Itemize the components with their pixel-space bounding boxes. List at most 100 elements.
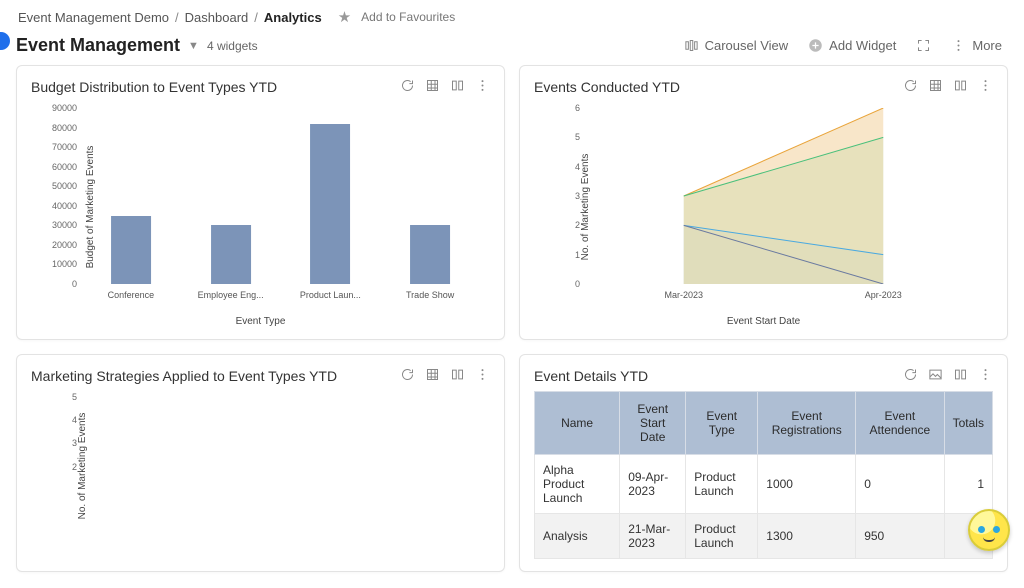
strategies-card-title: Marketing Strategies Applied to Event Ty… [31,368,337,384]
x-tick: Trade Show [406,290,454,300]
events-chart: No. of Marketing Events 0123456Mar-2023A… [534,102,993,312]
refresh-icon[interactable] [400,78,415,96]
carousel-view-label: Carousel View [705,38,789,53]
bar [111,216,151,284]
y-tick: 80000 [41,123,77,133]
table-header[interactable]: Event Registrations [758,392,856,455]
table-cell: Analysis [535,514,620,559]
card-view-icon[interactable] [450,367,465,385]
page-title: Event Management [16,35,180,56]
y-tick: 5 [41,392,77,402]
bar [310,124,350,284]
chatbot-button[interactable] [968,509,1010,551]
y-tick: 10000 [41,259,77,269]
kebab-icon [951,38,966,53]
x-tick: Product Laun... [300,290,361,300]
y-tick: 20000 [41,240,77,250]
y-tick: 4 [544,162,580,172]
breadcrumb-separator: / [175,10,179,25]
events-card: Events Conducted YTD No. of Marketing Ev… [519,65,1008,340]
kebab-icon[interactable] [978,78,993,96]
widget-count: 4 widgets [207,39,258,53]
carousel-view-button[interactable]: Carousel View [678,34,795,57]
x-tick: Mar-2023 [664,290,703,300]
more-label: More [972,38,1002,53]
x-tick: Conference [108,290,155,300]
budget-x-axis-label: Event Type [31,316,490,327]
breadcrumb-dashboard[interactable]: Dashboard [185,10,249,25]
table-cell: 09-Apr-2023 [620,455,686,514]
card-view-icon[interactable] [450,78,465,96]
expand-icon [916,38,931,53]
table-cell: 1 [944,455,992,514]
kebab-icon[interactable] [475,367,490,385]
table-cell: 950 [856,514,944,559]
y-tick: 0 [544,279,580,289]
refresh-icon[interactable] [400,367,415,385]
table-cell: Alpha Product Launch [535,455,620,514]
y-tick: 1 [544,250,580,260]
refresh-icon[interactable] [903,367,918,385]
event-details-table: NameEvent Start DateEvent TypeEvent Regi… [534,391,993,559]
add-to-favourites-link[interactable]: Add to Favourites [361,10,455,24]
y-tick: 3 [41,438,77,448]
add-widget-button[interactable]: Add Widget [802,34,902,57]
table-cell: 1300 [758,514,856,559]
refresh-icon[interactable] [903,78,918,96]
events-area-svg [584,108,983,284]
x-tick: Apr-2023 [865,290,902,300]
table-header[interactable]: Totals [944,392,992,455]
kebab-icon[interactable] [475,78,490,96]
table-view-icon[interactable] [425,78,440,96]
table-row[interactable]: Alpha Product Launch09-Apr-2023Product L… [535,455,993,514]
y-tick: 50000 [41,181,77,191]
table-header[interactable]: Name [535,392,620,455]
table-row[interactable]: Analysis21-Mar-2023Product Launch1300950 [535,514,993,559]
y-tick: 2 [544,220,580,230]
table-header[interactable]: Event Attendence [856,392,944,455]
table-cell: 0 [856,455,944,514]
carousel-icon [684,38,699,53]
y-tick: 70000 [41,142,77,152]
strategies-chart: No. of Marketing Events 2345 [31,391,490,541]
table-cell: 21-Mar-2023 [620,514,686,559]
fullscreen-button[interactable] [910,34,937,57]
kebab-icon[interactable] [978,367,993,385]
table-header[interactable]: Event Start Date [620,392,686,455]
y-tick: 4 [41,415,77,425]
x-tick: Employee Eng... [198,290,264,300]
events-x-axis-label: Event Start Date [534,316,993,327]
bar [211,225,251,284]
details-card: Event Details YTD NameEvent Start DateEv… [519,354,1008,572]
y-tick: 60000 [41,162,77,172]
table-cell: 1000 [758,455,856,514]
breadcrumb-current: Analytics [264,10,322,25]
title-bar: Event Management ▼ 4 widgets Carousel Vi… [0,30,1024,65]
card-view-icon[interactable] [953,78,968,96]
events-card-title: Events Conducted YTD [534,79,680,95]
plus-circle-icon [808,38,823,53]
y-tick: 90000 [41,103,77,113]
y-tick: 30000 [41,220,77,230]
card-view-icon[interactable] [953,367,968,385]
details-card-title: Event Details YTD [534,368,648,384]
add-widget-label: Add Widget [829,38,896,53]
star-icon[interactable]: ★ [338,8,351,26]
table-view-icon[interactable] [425,367,440,385]
y-tick: 5 [544,132,580,142]
table-view-icon[interactable] [928,78,943,96]
table-cell: Product Launch [686,514,758,559]
page-title-dropdown[interactable]: ▼ [188,40,199,52]
more-menu-button[interactable]: More [945,34,1008,57]
breadcrumb-separator: / [254,10,258,25]
bar [410,225,450,284]
y-tick: 6 [544,103,580,113]
breadcrumb-root[interactable]: Event Management Demo [18,10,169,25]
table-header[interactable]: Event Type [686,392,758,455]
breadcrumb: Event Management Demo / Dashboard / Anal… [0,0,1024,30]
budget-card: Budget Distribution to Event Types YTD B… [16,65,505,340]
table-cell: Product Launch [686,455,758,514]
y-tick: 0 [41,279,77,289]
image-view-icon[interactable] [928,367,943,385]
budget-card-title: Budget Distribution to Event Types YTD [31,79,277,95]
